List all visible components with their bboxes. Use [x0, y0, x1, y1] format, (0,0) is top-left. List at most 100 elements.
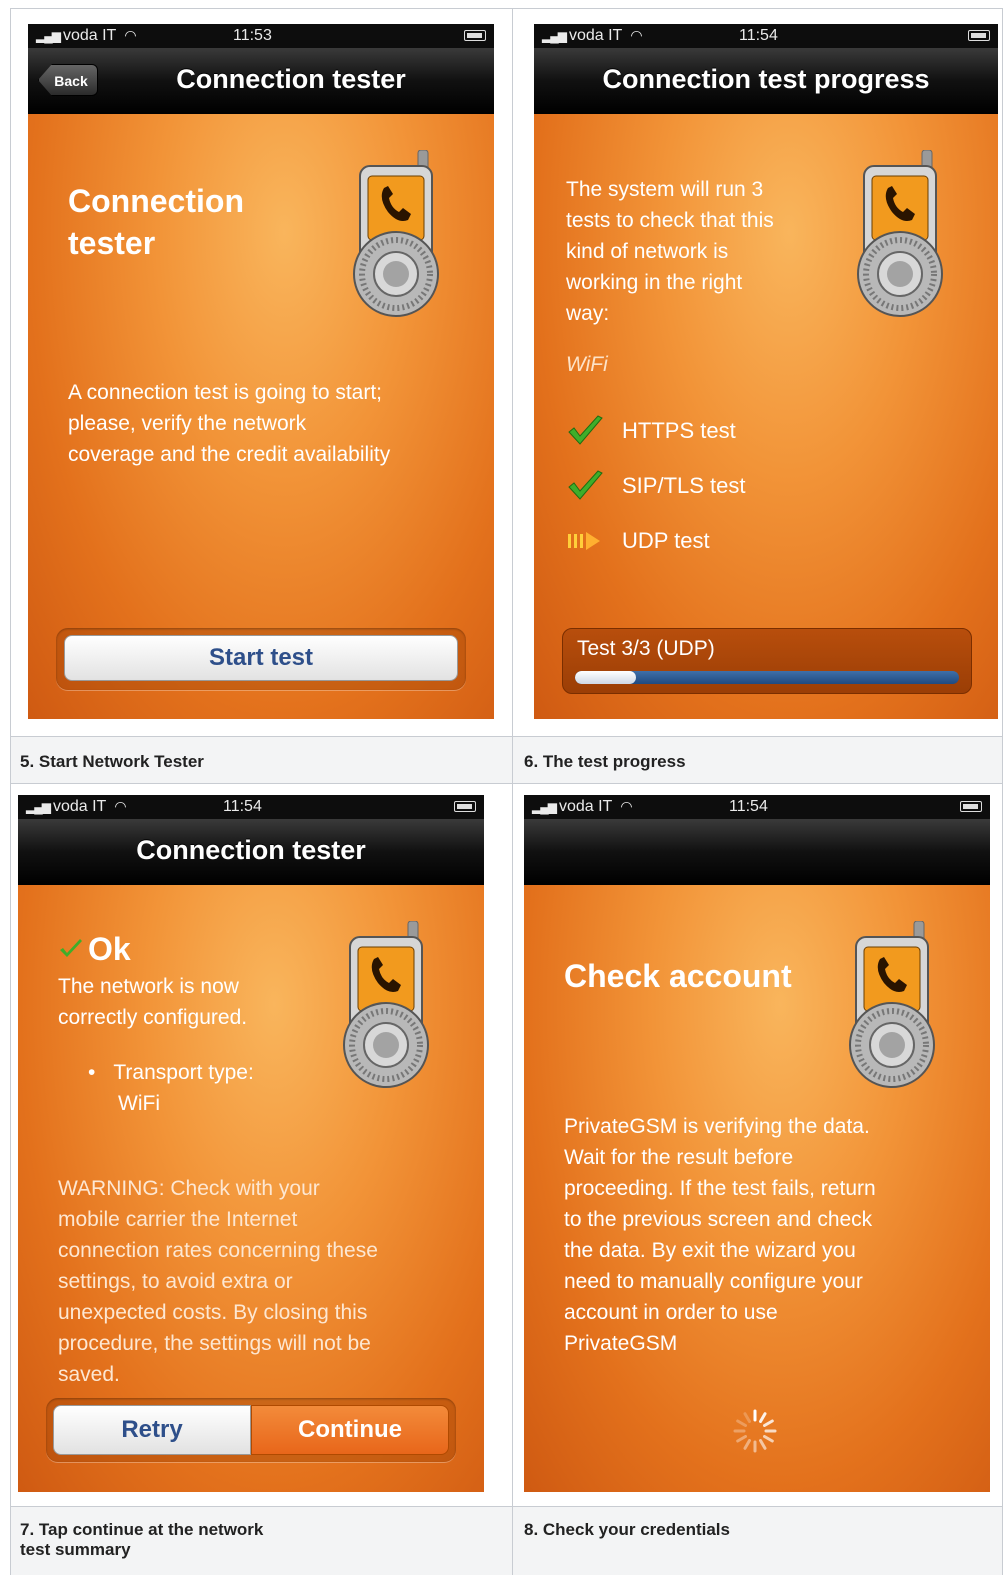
carrier-label: ▂▄▆ voda IT ◠ — [542, 27, 643, 45]
progress-bar — [575, 671, 959, 684]
carrier-label: ▂▄▆ voda IT ◠ — [532, 798, 633, 816]
checkmark-icon — [60, 939, 82, 957]
battery-icon — [960, 801, 982, 812]
carrier-label: ▂▄▆ voda IT ◠ — [26, 798, 127, 816]
carrier-name: voda IT — [568, 27, 623, 44]
caption-step-8: 8. Check your credentials — [524, 1520, 730, 1539]
text-line: kind of network is — [566, 240, 729, 263]
text-line: tests to check that this — [566, 209, 774, 232]
carrier-label: ▂▄▆ voda IT ◠ — [36, 27, 137, 45]
retry-button[interactable]: Retry — [53, 1405, 251, 1455]
table-line — [10, 736, 1003, 737]
text-line: settings, to avoid extra or — [58, 1270, 293, 1293]
phone-lock-icon — [343, 921, 429, 1088]
text-line: Wait for the result before — [564, 1146, 794, 1169]
table-line — [10, 1506, 1003, 1507]
bullet-line: • Transport type: — [88, 1057, 254, 1088]
loading-spinner-icon — [733, 1409, 777, 1453]
text-line: The system will run 3 — [566, 178, 764, 201]
progress-arrow-icon — [568, 532, 600, 550]
text-line: saved. — [58, 1363, 120, 1386]
caption-step-5: 5. Start Network Tester — [20, 752, 204, 771]
clock: 11:54 — [739, 27, 778, 44]
text-line: way: — [566, 302, 610, 325]
wifi-icon: ◠ — [620, 798, 633, 814]
progress-label: Test 3/3 (UDP) — [577, 637, 715, 660]
text-line: need to manually configure your — [564, 1270, 863, 1293]
progress-fill — [575, 671, 637, 684]
ok-label: Ok — [88, 931, 131, 967]
carrier-name: voda IT — [52, 798, 107, 815]
intro-text: The system will run 3 tests to check tha… — [566, 174, 774, 329]
table-border-left — [10, 8, 11, 1575]
continue-button[interactable]: Continue — [251, 1405, 449, 1455]
table-border-right — [1002, 8, 1003, 1575]
table-line — [10, 783, 1003, 784]
text-line: connection rates concerning these — [58, 1239, 378, 1262]
caption-line: test summary — [20, 1540, 131, 1559]
caption-line: 7. Tap continue at the network — [20, 1520, 264, 1539]
battery-icon — [454, 801, 476, 812]
text-line: PrivateGSM is verifying the data. — [564, 1115, 870, 1138]
nav-bar: Connection test progress — [534, 48, 998, 114]
carrier-name: voda IT — [558, 798, 613, 815]
ok-text: The network is now correctly configured. — [58, 971, 247, 1033]
screen-test-summary: ▂▄▆ voda IT ◠ 11:54 Connection tester Ok T… — [18, 795, 484, 1492]
nav-title: Connection test progress — [602, 64, 930, 94]
text-line: coverage and the credit availability — [68, 443, 391, 466]
clock: 11:54 — [729, 798, 768, 815]
text-line: Transport type: — [113, 1061, 254, 1084]
phone-lock-icon — [353, 150, 439, 317]
signal-bars-icon: ▂▄▆ — [532, 800, 557, 814]
test-label: HTTPS test — [622, 418, 736, 443]
warning-text: WARNING: Check with your mobile carrier … — [58, 1173, 378, 1390]
table-border-mid-cap2 — [512, 1507, 513, 1575]
phone-lock-icon — [857, 150, 943, 317]
status-bar: ▂▄▆ voda IT ◠ 11:54 — [18, 795, 484, 819]
title-line: tester — [68, 225, 156, 261]
test-label: UDP test — [622, 528, 710, 553]
caption-step-6: 6. The test progress — [524, 752, 686, 771]
text-line: The network is now — [58, 975, 239, 998]
battery-icon — [968, 30, 990, 41]
network-type: WiFi — [566, 353, 608, 376]
screen-check-account: ▂▄▆ voda IT ◠ 11:54 Check account PrivateG… — [524, 795, 990, 1492]
text-line: A connection test is going to start; — [68, 381, 383, 404]
page-title: Connection tester — [68, 180, 244, 264]
signal-bars-icon: ▂▄▆ — [36, 29, 61, 43]
text-line: the data. By exit the wizard you — [564, 1239, 856, 1262]
caption-step-7: 7. Tap continue at the network test summ… — [20, 1520, 263, 1560]
start-test-button[interactable]: Start test — [64, 635, 458, 681]
checkmark-icon — [568, 415, 603, 445]
phone-lock-icon — [849, 921, 935, 1088]
battery-icon — [464, 30, 486, 41]
intro-text: A connection test is going to start; ple… — [68, 377, 390, 470]
nav-title: Connection tester — [136, 835, 366, 865]
ok-heading: Ok — [58, 931, 131, 968]
wifi-icon: ◠ — [114, 798, 127, 814]
text-line: unexpected costs. By closing this — [58, 1301, 368, 1324]
signal-bars-icon: ▂▄▆ — [26, 800, 51, 814]
clock: 11:54 — [223, 798, 262, 815]
status-bar: ▂▄▆ voda IT ◠ 11:53 — [28, 24, 494, 48]
text-line: working in the right — [566, 271, 743, 294]
table-border-mid-cap1 — [512, 737, 513, 783]
text-line: to the previous screen and check — [564, 1208, 873, 1231]
status-bar: ▂▄▆ voda IT ◠ 11:54 — [524, 795, 990, 819]
text-line: please, verify the network — [68, 412, 307, 435]
table-border-top — [10, 8, 1003, 9]
nav-bar — [524, 819, 990, 885]
signal-bars-icon: ▂▄▆ — [542, 29, 567, 43]
text-line: WARNING: Check with your — [58, 1177, 320, 1200]
nav-title: Connection tester — [176, 64, 406, 94]
text-line: mobile carrier the Internet — [58, 1208, 298, 1231]
status-bar: ▂▄▆ voda IT ◠ 11:54 — [534, 24, 998, 48]
clock: 11:53 — [233, 27, 272, 44]
checkmark-icon — [568, 470, 603, 500]
screen-connection-tester: ▂▄▆ voda IT ◠ 11:53 Back Connection tester… — [28, 24, 494, 719]
text-line: WiFi — [118, 1092, 160, 1115]
wifi-icon: ◠ — [124, 27, 137, 43]
page-title: Check account — [564, 958, 792, 994]
text-line: correctly configured. — [58, 1006, 248, 1029]
verify-text: PrivateGSM is verifying the data. Wait f… — [564, 1111, 876, 1359]
